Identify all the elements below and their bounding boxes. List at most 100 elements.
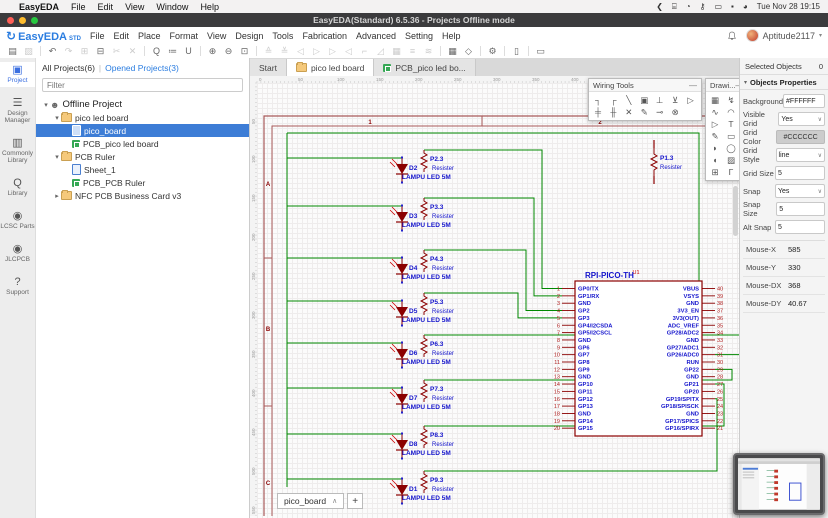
tree-node-pcb-pico-led-board[interactable]: PCB_pico led board	[36, 137, 249, 150]
paste-icon[interactable]: ⊟	[94, 45, 107, 57]
property-input-background[interactable]: #FFFFFF	[783, 94, 825, 108]
zoom-out-icon[interactable]: ⊖	[222, 45, 235, 57]
drawing-canvas-image-icon[interactable]: ▦	[708, 94, 722, 106]
zoom-in-icon[interactable]: ⊕	[206, 45, 219, 57]
wiring-ground-icon[interactable]: ⊥	[653, 94, 667, 106]
property-select-grid-style[interactable]: line∨	[776, 148, 825, 162]
tree-expander-icon[interactable]: ▾	[42, 101, 50, 109]
tab-opened-projects[interactable]: Opened Projects(3)	[105, 63, 179, 73]
doc-tab-pico-led-board[interactable]: pico led board	[287, 59, 374, 76]
wiring-bus-icon[interactable]: ┌	[606, 94, 620, 106]
wiring-wire-icon[interactable]: ┐	[591, 94, 605, 106]
tree-node-pico-led-board[interactable]: ▾pico led board	[36, 111, 249, 124]
wiring-pin-icon[interactable]: ⊸	[653, 106, 667, 118]
property-select-visible-grid[interactable]: Yes∨	[778, 112, 825, 126]
app-menu-file[interactable]: File	[90, 31, 105, 41]
drawing-polyline-icon[interactable]: Γ	[724, 166, 738, 178]
tree-node-nfc-pcb-business-card-v3[interactable]: ▸NFC PCB Business Card v3	[36, 189, 249, 202]
menubar-item-easyeda[interactable]: EasyEDA	[18, 2, 60, 12]
drawing-half-circle-icon[interactable]: ◖	[708, 154, 722, 166]
display-icon[interactable]: ⌸	[672, 2, 677, 12]
app-menu-view[interactable]: View	[207, 31, 226, 41]
doc-tab-start[interactable]: Start	[250, 59, 287, 76]
wiring-gnd-signal-icon[interactable]: ⊻	[668, 94, 682, 106]
zoom-fit-icon[interactable]: ⊡	[238, 45, 251, 57]
wiring-net-flag-icon[interactable]: ▷	[684, 94, 698, 106]
rail-item-project[interactable]: ▣Project	[0, 62, 35, 87]
wiring-tools-minimize-button[interactable]: —	[689, 81, 697, 90]
rail-item-jlcpcb[interactable]: ◉JLCPCB	[0, 241, 35, 266]
property-input-alt-snap[interactable]: 5	[775, 220, 825, 234]
wiring-net-port-icon[interactable]: ╫	[606, 106, 620, 118]
drawing-image-icon[interactable]: ▨	[724, 154, 738, 166]
section-caret-icon[interactable]: ▾	[744, 79, 747, 86]
user-account[interactable]: Aptitude2117 ▾	[746, 29, 822, 42]
key-icon[interactable]: ⚷	[700, 2, 706, 11]
settings-icon[interactable]: ⚙	[486, 45, 499, 57]
drawing-tools-minimize-button[interactable]: —	[735, 81, 739, 90]
drawing-ellipse-icon[interactable]: ◯	[724, 142, 738, 154]
wiring-no-connect-icon[interactable]: ✕	[622, 106, 636, 118]
app-menu-tools[interactable]: Tools	[272, 31, 293, 41]
wiring-pen-icon[interactable]: ✎	[637, 106, 651, 118]
tree-expander-icon[interactable]: ▾	[53, 153, 61, 161]
tree-node-offline-project[interactable]: ▾☻Offline Project	[36, 98, 249, 111]
drawing-drag-icon[interactable]: ⊞	[708, 166, 722, 178]
property-select-snap[interactable]: Yes∨	[775, 184, 825, 198]
app-menu-edit[interactable]: Edit	[114, 31, 130, 41]
add-sheet-button[interactable]: +	[347, 493, 363, 509]
rail-item-design-manager[interactable]: ☰Design Manager	[0, 95, 35, 127]
app-menu-place[interactable]: Place	[138, 31, 161, 41]
app-menu-setting[interactable]: Setting	[405, 31, 433, 41]
drawing-fast-draw-icon[interactable]: ↯	[724, 94, 738, 106]
menubar-item-help[interactable]: Help	[199, 2, 220, 12]
tab-all-projects[interactable]: All Projects(6)	[42, 63, 95, 73]
app-menu-fabrication[interactable]: Fabrication	[302, 31, 347, 41]
tree-node-pico-board[interactable]: pico_board	[36, 124, 249, 137]
rail-item-support[interactable]: ?Support	[0, 274, 35, 299]
circle-status-icon[interactable]: ◔	[686, 2, 691, 11]
drawing-text-icon[interactable]: T	[724, 118, 738, 130]
chevron-left-icon[interactable]: ❮	[656, 2, 663, 11]
wiring-bus-entry-icon[interactable]: ╲	[622, 94, 636, 106]
find-component-icon[interactable]: ≔	[166, 45, 179, 57]
battery-icon[interactable]: ▭	[714, 2, 722, 11]
notifications-bell-icon[interactable]	[727, 31, 737, 41]
square-status-icon[interactable]: ▪	[731, 2, 734, 11]
document-icon[interactable]: ▯	[510, 45, 523, 57]
menubar-item-file[interactable]: File	[70, 2, 87, 12]
schematic-canvas[interactable]: 0501001502002503003504004505005506005010…	[250, 76, 739, 518]
schematic-drawing[interactable]: 0501001502002503003504004505005506005010…	[250, 76, 739, 516]
search-icon[interactable]: Q	[150, 45, 163, 57]
project-filter-input[interactable]	[42, 78, 243, 92]
rail-item-commonly-library[interactable]: ▥Commonly Library	[0, 135, 35, 167]
doc-tab-pcb-pico-led-bo-[interactable]: PCB_pico led bo...	[374, 59, 475, 76]
menubar-clock[interactable]: Tue Nov 28 19:15	[757, 2, 820, 11]
drawing-bezier-icon[interactable]: ∿	[708, 106, 722, 118]
cross-probe-icon[interactable]: U	[182, 45, 195, 57]
tree-expander-icon[interactable]: ▾	[53, 114, 61, 122]
menubar-item-edit[interactable]: Edit	[97, 2, 115, 12]
clock-status-icon[interactable]: ◕	[743, 2, 748, 11]
wiring-voltage-probe-icon[interactable]: ╪	[591, 106, 605, 118]
app-menu-design[interactable]: Design	[235, 31, 263, 41]
property-input-snap-size[interactable]: 5	[776, 202, 825, 216]
drawing-arc-icon[interactable]: ◠	[724, 106, 738, 118]
app-menu-format[interactable]: Format	[170, 31, 199, 41]
property-input-grid-size[interactable]: 5	[775, 166, 825, 180]
wiring-net-label-icon[interactable]: ▣	[637, 94, 651, 106]
app-menu-help[interactable]: Help	[442, 31, 461, 41]
save-icon[interactable]: ▤	[6, 45, 19, 57]
photo-icon[interactable]: ▭	[534, 45, 547, 57]
3d-view-icon[interactable]: ◇	[462, 45, 475, 57]
sheet-tab-pico-board[interactable]: pico_board ∧	[277, 493, 344, 509]
drawing-pie-icon[interactable]: ◗	[708, 142, 722, 154]
menubar-item-window[interactable]: Window	[155, 2, 189, 12]
drawing-arrow-icon[interactable]: ▷	[708, 118, 722, 130]
drawing-rect-icon[interactable]: ▭	[724, 130, 738, 142]
bom-icon[interactable]: ▦	[446, 45, 459, 57]
canvas-vertical-scrollbar[interactable]	[733, 186, 738, 236]
tree-node-pcb-ruler[interactable]: ▾PCB Ruler	[36, 150, 249, 163]
menubar-item-view[interactable]: View	[124, 2, 145, 12]
property-swatch-grid-color[interactable]: #CCCCCC	[776, 130, 825, 144]
